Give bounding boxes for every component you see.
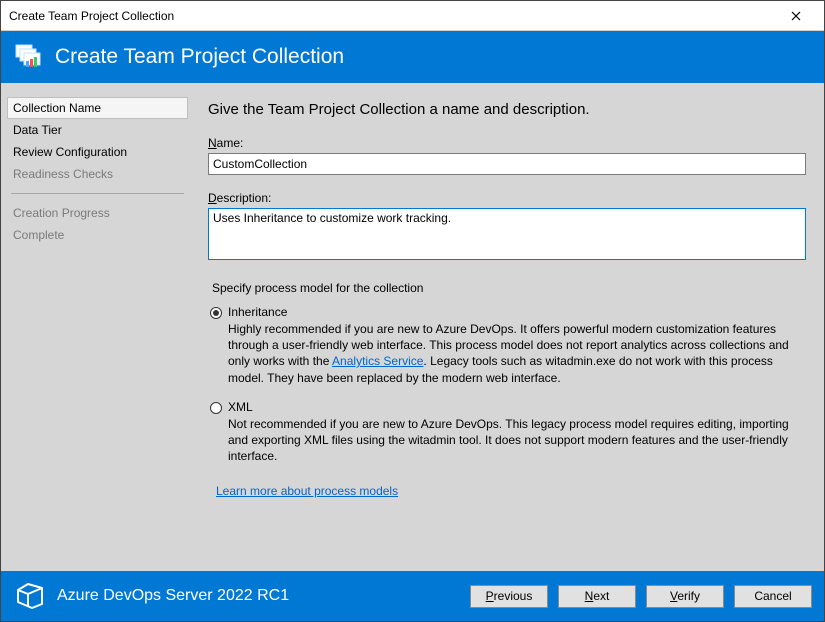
sidebar-item-creation-progress: Creation Progress (7, 202, 188, 224)
wizard-window: Create Team Project Collection Create Te… (0, 0, 825, 622)
close-icon (791, 11, 801, 21)
sidebar-item-collection-name[interactable]: Collection Name (7, 97, 188, 119)
sidebar-item-readiness-checks: Readiness Checks (7, 163, 188, 185)
radio-inheritance[interactable]: Inheritance (210, 305, 806, 319)
analytics-service-link[interactable]: Analytics Service (332, 354, 423, 368)
header-title: Create Team Project Collection (55, 45, 344, 69)
sidebar-item-review-configuration[interactable]: Review Configuration (7, 141, 188, 163)
learn-more-link[interactable]: Learn more about process models (216, 484, 398, 498)
radio-xml-label: XML (228, 400, 253, 414)
radio-inheritance-dot[interactable] (210, 307, 222, 319)
radio-xml[interactable]: XML (210, 400, 806, 414)
verify-button[interactable]: Verify (646, 585, 724, 608)
previous-button[interactable]: Previous (470, 585, 548, 608)
azure-devops-icon (13, 579, 47, 613)
sidebar-divider (11, 193, 184, 194)
close-button[interactable] (776, 2, 816, 30)
next-button[interactable]: Next (558, 585, 636, 608)
description-input[interactable] (208, 208, 806, 260)
product-name: Azure DevOps Server 2022 RC1 (57, 587, 460, 605)
xml-description: Not recommended if you are new to Azure … (228, 416, 806, 465)
footer-buttons: Previous Next Verify Cancel (470, 585, 812, 608)
titlebar: Create Team Project Collection (1, 1, 824, 31)
window-title: Create Team Project Collection (9, 9, 776, 23)
cancel-button[interactable]: Cancel (734, 585, 812, 608)
radio-inheritance-label: Inheritance (228, 305, 287, 319)
sidebar-item-data-tier[interactable]: Data Tier (7, 119, 188, 141)
collection-icon (13, 41, 45, 73)
main-panel: Give the Team Project Collection a name … (194, 83, 824, 571)
name-label: Name: (208, 136, 806, 150)
page-heading: Give the Team Project Collection a name … (208, 101, 806, 118)
inheritance-description: Highly recommended if you are new to Azu… (228, 321, 806, 386)
description-label: Description: (208, 191, 806, 205)
header-banner: Create Team Project Collection (1, 31, 824, 83)
sidebar-item-complete: Complete (7, 224, 188, 246)
radio-xml-dot[interactable] (210, 402, 222, 414)
wizard-body: Collection Name Data Tier Review Configu… (1, 83, 824, 571)
sidebar: Collection Name Data Tier Review Configu… (1, 83, 194, 571)
process-model-heading: Specify process model for the collection (212, 281, 806, 295)
name-input[interactable] (208, 153, 806, 175)
footer: Azure DevOps Server 2022 RC1 Previous Ne… (1, 571, 824, 621)
